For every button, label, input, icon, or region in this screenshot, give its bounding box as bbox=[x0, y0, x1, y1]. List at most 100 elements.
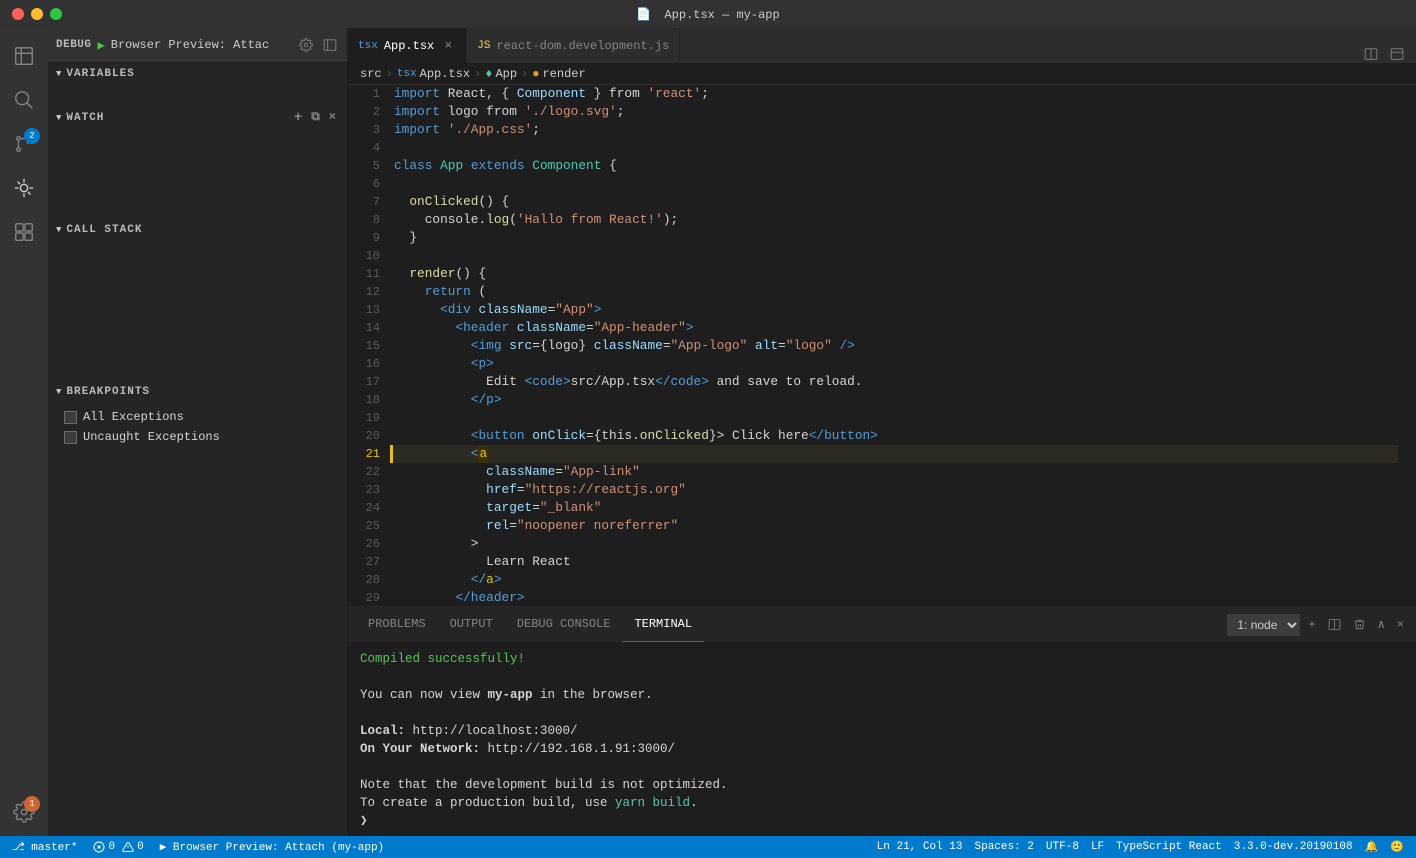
code-line-29: </header> bbox=[394, 589, 1398, 606]
watch-header[interactable]: ▼ WATCH + ⧉ × bbox=[48, 107, 347, 129]
breadcrumb-app-class[interactable]: ♦ App bbox=[485, 67, 517, 81]
line-num-13: 13 bbox=[348, 301, 380, 319]
status-language[interactable]: TypeScript React bbox=[1112, 840, 1226, 854]
tab-app-tsx[interactable]: tsx App.tsx × bbox=[348, 28, 467, 63]
tab-react-dom[interactable]: JS react-dom.development.js bbox=[467, 28, 680, 63]
terminal-dropdown[interactable]: 1: node bbox=[1227, 614, 1300, 636]
split-editor-button[interactable] bbox=[1360, 45, 1382, 63]
status-position[interactable]: Ln 21, Col 13 bbox=[873, 840, 967, 854]
panel-up-button[interactable]: ∧ bbox=[1374, 615, 1389, 634]
debug-layout-button[interactable] bbox=[321, 36, 339, 54]
minimize-button[interactable] bbox=[31, 8, 43, 20]
code-line-26: > bbox=[394, 535, 1398, 553]
activity-explorer[interactable] bbox=[4, 36, 44, 76]
debug-run-button[interactable]: ▶ bbox=[98, 38, 105, 53]
editor-area[interactable]: 1 2 3 4 5 6 7 8 9 10 11 12 13 14 15 16 1… bbox=[348, 85, 1416, 606]
breadcrumb-render[interactable]: ● render bbox=[532, 67, 585, 81]
variables-label: VARIABLES bbox=[66, 68, 134, 80]
status-smiley[interactable]: 🙂 bbox=[1386, 840, 1408, 854]
breadcrumb-src[interactable]: src bbox=[360, 67, 382, 81]
line-num-12: 12 bbox=[348, 283, 380, 301]
all-exceptions-checkbox[interactable] bbox=[64, 411, 77, 424]
status-encoding[interactable]: UTF-8 bbox=[1042, 840, 1083, 854]
tab-problems[interactable]: PROBLEMS bbox=[356, 607, 438, 642]
breakpoints-header[interactable]: ▼ BREAKPOINTS bbox=[48, 381, 347, 403]
split-terminal-button[interactable] bbox=[1324, 616, 1345, 633]
code-line-25: rel="noopener noreferrer" bbox=[394, 517, 1398, 535]
line-num-24: 24 bbox=[348, 499, 380, 517]
callstack-header[interactable]: ▼ CALL STACK bbox=[48, 219, 347, 241]
activity-extensions[interactable] bbox=[4, 212, 44, 252]
panel-close-button[interactable]: × bbox=[1393, 616, 1408, 634]
status-run[interactable]: ▶ Browser Preview: Attach (my-app) bbox=[156, 840, 388, 854]
code-line-16: <p> bbox=[394, 355, 1398, 373]
breadcrumb-apptsx[interactable]: tsx App.tsx bbox=[397, 67, 470, 81]
line-num-9: 9 bbox=[348, 229, 380, 247]
window-controls[interactable] bbox=[12, 8, 62, 20]
editor-container: tsx App.tsx × JS react-dom.development.j… bbox=[348, 28, 1416, 836]
tab-bar: tsx App.tsx × JS react-dom.development.j… bbox=[348, 28, 1416, 63]
status-spaces[interactable]: Spaces: 2 bbox=[971, 840, 1038, 854]
line-num-4: 4 bbox=[348, 139, 380, 157]
tsx-icon: tsx bbox=[358, 40, 378, 52]
status-errors[interactable]: 0 0 bbox=[89, 841, 147, 853]
status-version[interactable]: 3.3.0-dev.20190108 bbox=[1230, 840, 1357, 854]
settings-badge: 1 bbox=[24, 796, 40, 812]
terminal-line-blank bbox=[360, 668, 1404, 686]
tab-output[interactable]: OUTPUT bbox=[438, 607, 505, 642]
tab-actions bbox=[1352, 45, 1416, 63]
debug-config-title: Browser Preview: Attac bbox=[111, 38, 291, 52]
new-terminal-button[interactable]: + bbox=[1304, 616, 1319, 634]
maximize-button[interactable] bbox=[50, 8, 62, 20]
watch-section: ▼ WATCH + ⧉ × bbox=[48, 107, 347, 219]
line-num-25: 25 bbox=[348, 517, 380, 535]
terminal-line-local: Local: http://localhost:3000/ bbox=[360, 722, 1404, 740]
layout-button[interactable] bbox=[1386, 45, 1408, 63]
file-icon: 📄 bbox=[636, 8, 651, 22]
breakpoints-label: BREAKPOINTS bbox=[66, 386, 150, 398]
code-line-23: href="https://reactjs.org" bbox=[394, 481, 1398, 499]
line-num-5: 5 bbox=[348, 157, 380, 175]
line-num-23: 23 bbox=[348, 481, 380, 499]
status-bell[interactable]: 🔔 bbox=[1361, 840, 1383, 854]
terminal-body[interactable]: Compiled successfully! You can now view … bbox=[348, 642, 1416, 836]
tab-debug-console[interactable]: DEBUG CONSOLE bbox=[505, 607, 623, 642]
code-line-3: import './App.css'; bbox=[394, 121, 1398, 139]
line-num-16: 16 bbox=[348, 355, 380, 373]
debug-toolbar: DEBUG ▶ Browser Preview: Attac bbox=[48, 28, 347, 63]
line-num-26: 26 bbox=[348, 535, 380, 553]
code-line-6 bbox=[394, 175, 1398, 193]
uncaught-exceptions-checkbox[interactable] bbox=[64, 431, 77, 444]
code-line-17: Edit <code>src/App.tsx</code> and save t… bbox=[394, 373, 1398, 391]
bottom-panel: PROBLEMS OUTPUT DEBUG CONSOLE TERMINAL 1… bbox=[348, 606, 1416, 836]
status-git[interactable]: ⎇ master* bbox=[8, 840, 81, 854]
watch-body bbox=[48, 129, 347, 219]
tab-terminal[interactable]: TERMINAL bbox=[622, 607, 704, 642]
code-content[interactable]: import React, { Component } from 'react'… bbox=[390, 85, 1402, 606]
kill-terminal-button[interactable] bbox=[1349, 616, 1370, 633]
debug-label: DEBUG bbox=[56, 39, 92, 51]
code-line-9: } bbox=[394, 229, 1398, 247]
activity-git[interactable]: 2 bbox=[4, 124, 44, 164]
terminal-line-blank2 bbox=[360, 704, 1404, 722]
close-button[interactable] bbox=[12, 8, 24, 20]
watch-actions: + ⧉ × bbox=[292, 110, 339, 126]
tsx-breadcrumb-icon: tsx bbox=[397, 68, 417, 80]
variables-header[interactable]: ▼ VARIABLES bbox=[48, 63, 347, 85]
list-item: Uncaught Exceptions bbox=[48, 427, 347, 447]
activity-debug[interactable] bbox=[4, 168, 44, 208]
code-line-2: import logo from './logo.svg'; bbox=[394, 103, 1398, 121]
debug-settings-button[interactable] bbox=[297, 36, 315, 54]
activity-settings[interactable]: 1 bbox=[4, 792, 44, 832]
line-num-3: 3 bbox=[348, 121, 380, 139]
watch-copy-button[interactable]: ⧉ bbox=[309, 110, 323, 126]
main-layout: 2 1 DEBUG ▶ Browser Preview: Attac bbox=[0, 28, 1416, 836]
activity-search[interactable] bbox=[4, 80, 44, 120]
status-eol[interactable]: LF bbox=[1087, 840, 1108, 854]
line-num-28: 28 bbox=[348, 571, 380, 589]
line-num-19: 19 bbox=[348, 409, 380, 427]
watch-remove-button[interactable]: × bbox=[327, 110, 339, 126]
tab-close-app-tsx[interactable]: × bbox=[440, 38, 456, 54]
watch-add-button[interactable]: + bbox=[292, 110, 305, 126]
code-line-1: import React, { Component } from 'react'… bbox=[394, 85, 1398, 103]
